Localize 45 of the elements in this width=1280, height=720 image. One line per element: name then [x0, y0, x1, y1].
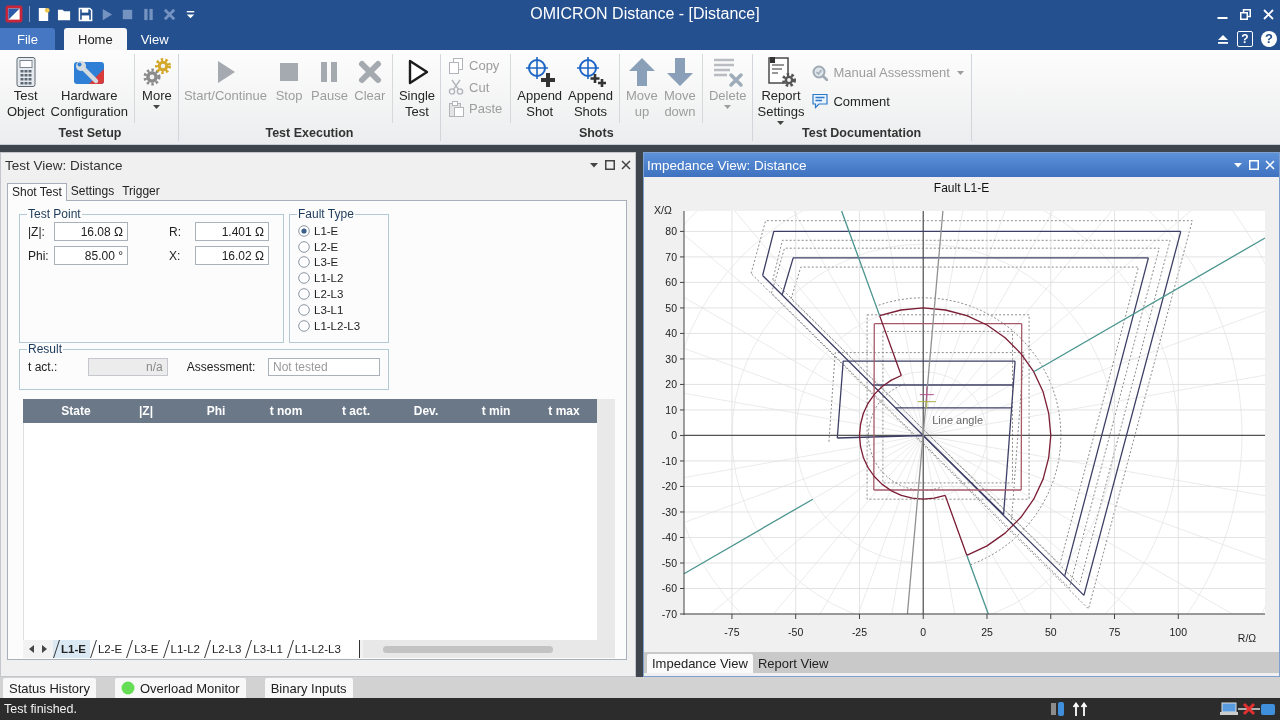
tick-label: 20: [665, 378, 677, 391]
tick-label: 50: [665, 301, 677, 314]
tick-label: 40: [665, 327, 677, 340]
tick-label: -60: [661, 582, 677, 595]
chart-annotation: Line angle: [932, 414, 983, 427]
tick-label: 75: [1108, 626, 1121, 638]
tick-label: 70: [665, 250, 677, 263]
tick-label: 25: [981, 626, 993, 638]
tick-label: 80: [665, 225, 677, 238]
tick-label: 0: [671, 429, 677, 442]
tick-label: 100: [1169, 626, 1188, 638]
chart-title: Fault L1-E: [932, 180, 991, 197]
tick-label: -50: [661, 557, 677, 569]
field-label: X:: [169, 248, 182, 263]
tick-label: -10: [661, 454, 677, 467]
tick-label: -25: [851, 626, 868, 638]
tick-label: -50: [788, 626, 804, 638]
tick-label: -40: [661, 531, 677, 544]
axis-title: R/Ω: [1237, 632, 1257, 644]
field-label: |Z|:: [28, 224, 46, 239]
tick-label: 0: [920, 626, 927, 638]
tick-label: -30: [661, 505, 677, 518]
group-label: Shots: [577, 125, 615, 141]
group-label: Test Documentation: [801, 125, 923, 141]
field-label: t act.:: [28, 360, 59, 374]
group-box-title: Test Point: [27, 208, 82, 221]
group-label: Test Setup: [57, 125, 123, 141]
tick-label: -20: [661, 480, 677, 493]
group-box-title: Result: [27, 343, 63, 356]
tick-label: 10: [665, 403, 677, 416]
tick-label: 60: [665, 276, 677, 289]
status-message: Test finished.: [4, 702, 78, 716]
field-label: Phi:: [28, 248, 50, 263]
tick-label: 30: [665, 352, 677, 365]
tick-label: -75: [724, 626, 740, 638]
tick-label: -70: [661, 608, 677, 620]
group-box-title: Fault Type: [297, 208, 355, 221]
panel-title: Impedance View: Distance: [647, 157, 808, 173]
group-label: Test Execution: [264, 125, 355, 141]
axis-title: X/Ω: [654, 204, 672, 216]
panel-title: Test View: Distance: [5, 157, 124, 173]
field-label: Assessment:: [186, 360, 257, 374]
field-label: R:: [169, 224, 182, 239]
tick-label: 50: [1044, 626, 1057, 638]
window-title: OMICRON Distance - [Distance]: [529, 5, 760, 23]
